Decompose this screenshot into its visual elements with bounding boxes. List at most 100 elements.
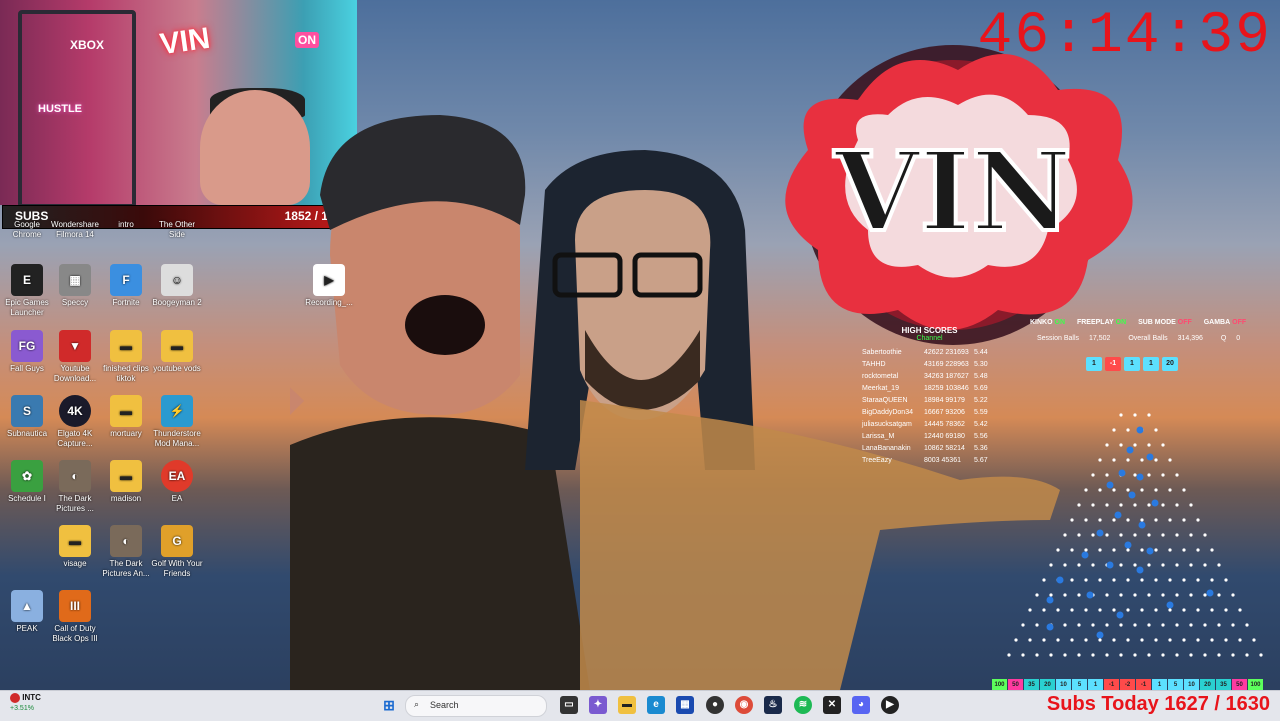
plinko-peg bbox=[1049, 563, 1053, 567]
plinko-peg bbox=[1161, 653, 1165, 657]
taskbar-search[interactable]: ⌕ Search bbox=[405, 695, 547, 717]
desktop-icon-youtube-vods[interactable]: ▬ youtube vods bbox=[150, 330, 204, 374]
desktop-icon-dark-pictures-2[interactable]: ◐ The Dark Pictures An... bbox=[99, 525, 153, 579]
desktop-icon-dark-pictures-1[interactable]: ◐ The Dark Pictures ... bbox=[48, 460, 102, 514]
desktop-icon-the-other-side[interactable]: The Other Side bbox=[150, 218, 204, 240]
plinko-peg bbox=[1063, 563, 1067, 567]
plinko-chip: 1 bbox=[1086, 357, 1102, 371]
desktop-icon-schedule-i[interactable]: ✿ Schedule I bbox=[0, 460, 54, 504]
player-ratio: 5.44 bbox=[974, 348, 988, 356]
discord-icon[interactable]: ◕ bbox=[852, 696, 870, 714]
desktop-icon-ea[interactable]: EA EA bbox=[150, 460, 204, 504]
store-icon[interactable]: ▦ bbox=[676, 696, 694, 714]
plinko-peg bbox=[1196, 578, 1200, 582]
plinko-peg bbox=[1028, 638, 1032, 642]
desktop-icon-thunderstore[interactable]: ⚡ Thunderstore Mod Mana... bbox=[150, 395, 204, 449]
desktop-icon-intro[interactable]: intro bbox=[99, 218, 153, 230]
file-explorer-icon[interactable]: ▬ bbox=[618, 696, 636, 714]
plinko-peg bbox=[1140, 518, 1144, 522]
spotify-icon[interactable]: ≋ bbox=[794, 696, 812, 714]
stock-widget[interactable]: INTC +3.51% bbox=[10, 693, 41, 712]
plinko-peg bbox=[1112, 638, 1116, 642]
hustle-sign: HUSTLE bbox=[38, 103, 82, 115]
plinko-peg bbox=[1021, 623, 1025, 627]
plinko-peg bbox=[1105, 473, 1109, 477]
desktop-icon-youtube-downloader[interactable]: ▼ Youtube Download... bbox=[48, 330, 102, 384]
plinko-peg bbox=[1133, 593, 1137, 597]
desktop-icon-fall-guys[interactable]: FG Fall Guys bbox=[0, 330, 54, 374]
obs-icon[interactable]: ● bbox=[706, 696, 724, 714]
desktop-icon-recording[interactable]: ▶ Recording_... bbox=[302, 264, 356, 308]
plinko-peg bbox=[1140, 458, 1144, 462]
search-icon: ⌕ bbox=[414, 699, 420, 709]
desktop-icon-filmora[interactable]: Wondershare Filmora 14 bbox=[48, 218, 102, 240]
desktop-icon-epic-games[interactable]: E Epic Games Launcher bbox=[0, 264, 54, 318]
plinko-peg bbox=[1168, 638, 1172, 642]
plinko-peg bbox=[1168, 578, 1172, 582]
plinko-peg bbox=[1133, 473, 1137, 477]
high-scores-panel: HIGH SCORES Channel Sabertoothie 42622 23… bbox=[862, 326, 997, 466]
high-scores-subtitle: Channel bbox=[916, 335, 943, 342]
terminal-icon[interactable]: ✕ bbox=[823, 696, 841, 714]
plinko-ball bbox=[1166, 601, 1174, 609]
search-placeholder: Search bbox=[430, 700, 459, 710]
player-score: 8003 45361 bbox=[924, 456, 961, 464]
plinko-peg bbox=[1077, 533, 1081, 537]
edge-icon[interactable]: e bbox=[647, 696, 665, 714]
svg-text:VIN: VIN bbox=[833, 127, 1071, 256]
desktop-icon-subnautica[interactable]: S Subnautica bbox=[0, 395, 54, 439]
desktop-icon-fortnite[interactable]: F Fortnite bbox=[99, 264, 153, 308]
desktop-icon-golf-with-friends[interactable]: G Golf With Your Friends bbox=[150, 525, 204, 579]
high-score-row: Meerkat_19 18259 103846 5.69 bbox=[862, 382, 997, 394]
plinko-peg bbox=[1133, 563, 1137, 567]
plinko-peg bbox=[1077, 503, 1081, 507]
desktop-icon-mortuary[interactable]: ▬ mortuary bbox=[99, 395, 153, 439]
plinko-peg bbox=[1140, 608, 1144, 612]
desktop-icon-chrome[interactable]: Google Chrome bbox=[0, 218, 54, 240]
plinko-ball bbox=[1126, 446, 1134, 454]
desktop-icon-speccy[interactable]: ▦ Speccy bbox=[48, 264, 102, 308]
plinko-chip: -1 bbox=[1105, 357, 1121, 371]
fortnite-icon: F bbox=[110, 264, 142, 296]
start-button[interactable]: ⊞ bbox=[380, 696, 398, 714]
desktop-icon-peak[interactable]: ▲ PEAK bbox=[0, 590, 54, 634]
plinko-peg bbox=[1084, 608, 1088, 612]
plinko-peg bbox=[1154, 548, 1158, 552]
plinko-peg bbox=[1140, 488, 1144, 492]
plinko-peg bbox=[1035, 623, 1039, 627]
plinko-peg bbox=[1140, 578, 1144, 582]
plinko-peg bbox=[1112, 488, 1116, 492]
plinko-peg bbox=[1175, 503, 1179, 507]
toggle-sub-mode: SUB MODE OFF bbox=[1138, 319, 1192, 326]
plinko-peg bbox=[1077, 563, 1081, 567]
desktop-icon-boogeyman[interactable]: ☺ Boogeyman 2 bbox=[150, 264, 204, 308]
ea-icon: EA bbox=[161, 460, 193, 492]
plinko-peg bbox=[1147, 413, 1151, 417]
desktop-icon-visage[interactable]: ▬ visage bbox=[48, 525, 102, 569]
plinko-peg bbox=[1119, 503, 1123, 507]
plinko-peg bbox=[1091, 503, 1095, 507]
player-name: Larissa_M bbox=[862, 432, 895, 440]
task-view-icon[interactable]: ▭ bbox=[560, 696, 578, 714]
plinko-peg bbox=[1105, 443, 1109, 447]
plinko-peg bbox=[1105, 593, 1109, 597]
steam-icon[interactable]: ♨ bbox=[764, 696, 782, 714]
plinko-peg bbox=[1063, 533, 1067, 537]
media-player-icon[interactable]: ▶ bbox=[881, 696, 899, 714]
plinko-ball bbox=[1116, 611, 1124, 619]
copilot-icon[interactable]: ✦ bbox=[589, 696, 607, 714]
player-ratio: 5.69 bbox=[974, 384, 988, 392]
plinko-peg bbox=[1168, 488, 1172, 492]
desktop-icon-finished-clips[interactable]: ▬ finished clips tiktok bbox=[99, 330, 153, 384]
desktop-icon-black-ops-3[interactable]: III Call of Duty Black Ops III bbox=[48, 590, 102, 644]
desktop-icon-elgato[interactable]: 4K Elgato 4K Capture... bbox=[48, 395, 102, 449]
plinko-peg bbox=[1245, 623, 1249, 627]
notification-badge-icon bbox=[10, 693, 20, 703]
plinko-peg bbox=[1161, 503, 1165, 507]
session-balls: Session Balls 17,502 bbox=[1037, 335, 1111, 342]
player-score: 12440 69180 bbox=[924, 432, 965, 440]
player-score: 16667 93206 bbox=[924, 408, 965, 416]
desktop-icon-madison[interactable]: ▬ madison bbox=[99, 460, 153, 504]
plinko-peg bbox=[1021, 653, 1025, 657]
chrome-icon[interactable]: ◉ bbox=[735, 696, 753, 714]
